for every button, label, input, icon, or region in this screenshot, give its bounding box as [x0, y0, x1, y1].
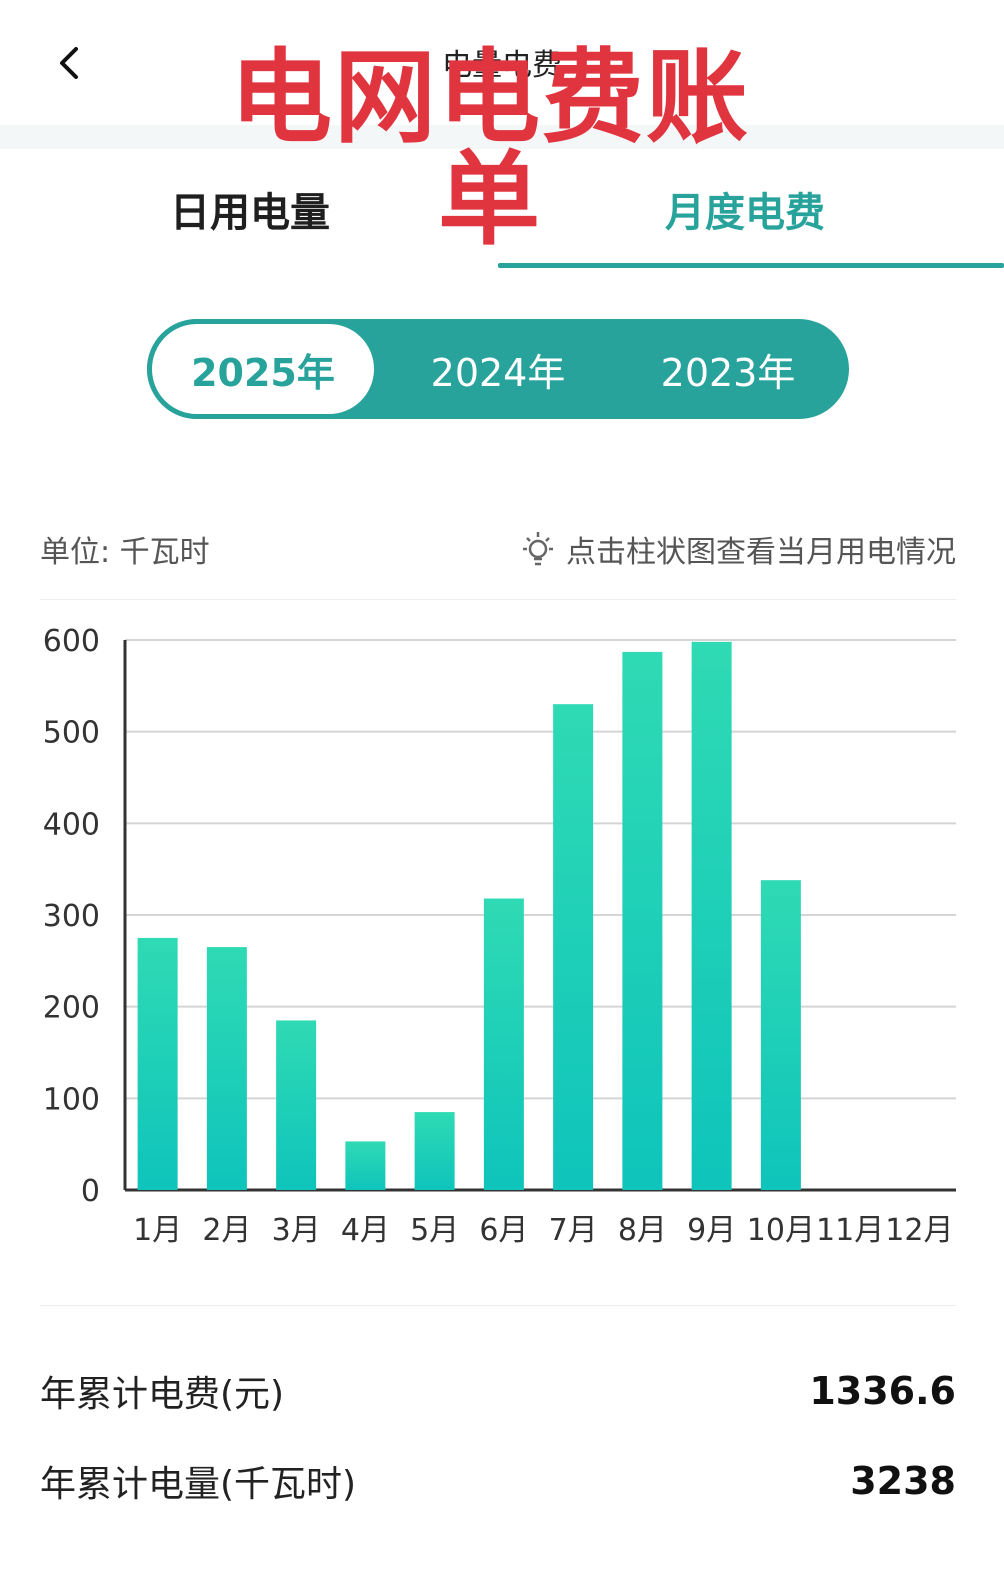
x-tick-label: 8月: [618, 1213, 667, 1248]
bar-7[interactable]: [553, 704, 594, 1190]
monthly-usage-bar-chart[interactable]: 0 100 200 300 400 500 600 1月 2月 3月 4月 5月 6月 7月 8月 9月 10月…: [0, 610, 1004, 1260]
divider-bottom: [40, 1305, 956, 1306]
y-tick-label: 500: [43, 716, 100, 751]
tab-monthly-cost[interactable]: 月度电费: [525, 180, 965, 238]
y-tick-label: 200: [43, 991, 100, 1026]
active-tab-indicator: [498, 263, 1004, 268]
x-tick-label: 3月: [272, 1213, 321, 1248]
hint-row: 点击柱状图查看当月用电情况: [518, 527, 956, 571]
x-tick-label: 1月: [133, 1213, 182, 1248]
tab-daily-usage[interactable]: 日用电量: [30, 180, 470, 238]
year-2024-button[interactable]: 2024年: [382, 319, 614, 419]
bar-1[interactable]: [137, 937, 178, 1190]
x-tick-label: 12月: [885, 1213, 953, 1248]
x-tick-label: 9月: [687, 1213, 736, 1248]
x-tick-label: 5月: [410, 1213, 459, 1248]
annual-cost-label: 年累计电费(元): [40, 1374, 285, 1415]
year-2023-button[interactable]: 2023年: [612, 319, 844, 419]
divider-top: [40, 599, 956, 600]
x-tick-label: 11月: [816, 1213, 884, 1248]
annual-energy-value: 3238: [850, 1459, 956, 1503]
y-tick-label: 400: [43, 807, 100, 842]
y-tick-label: 0: [81, 1174, 100, 1209]
bar-6[interactable]: [483, 898, 524, 1191]
x-tick-label: 4月: [341, 1213, 390, 1248]
bar-5[interactable]: [414, 1112, 455, 1190]
bar-4[interactable]: [345, 1141, 386, 1190]
bar-8[interactable]: [622, 651, 663, 1190]
x-tick-label: 6月: [479, 1213, 528, 1248]
annual-energy-label: 年累计电量(千瓦时): [40, 1464, 357, 1505]
x-tick-label: 10月: [747, 1213, 815, 1248]
x-tick-label: 7月: [549, 1213, 598, 1248]
x-tick-label: 2月: [202, 1213, 251, 1248]
bar-3[interactable]: [276, 1020, 317, 1190]
summary-energy-row: 年累计电量(千瓦时) 3238: [40, 1455, 956, 1507]
hint-text: 点击柱状图查看当月用电情况: [566, 535, 956, 570]
year-switch: 2025年 2024年 2023年: [147, 319, 849, 419]
bar-9[interactable]: [691, 641, 732, 1190]
lightbulb-icon: [523, 532, 553, 566]
y-tick-label: 300: [43, 899, 100, 934]
summary-cost-row: 年累计电费(元) 1336.6: [40, 1365, 956, 1417]
bar-2[interactable]: [206, 947, 247, 1190]
annual-cost-value: 1336.6: [809, 1369, 956, 1413]
unit-label: 单位: 千瓦时: [40, 535, 210, 570]
y-tick-label: 600: [43, 624, 100, 659]
year-2025-button[interactable]: 2025年: [147, 319, 379, 419]
y-tick-label: 100: [43, 1082, 100, 1117]
bar-10[interactable]: [760, 880, 801, 1190]
